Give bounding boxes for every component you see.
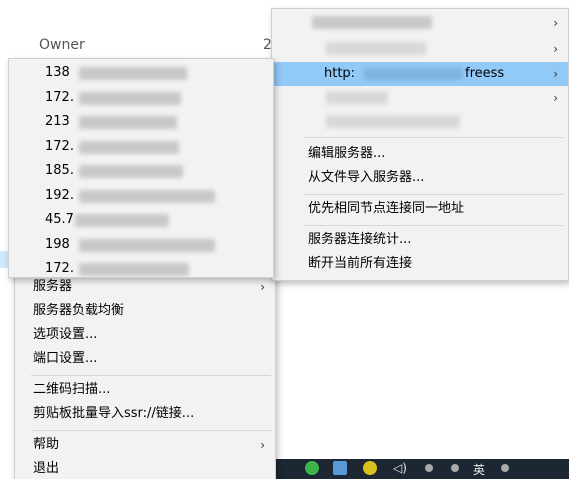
main-context-menu: 服务器 › 服务器负载均衡 选项设置... 端口设置... 二维码扫描... 剪… — [14, 258, 276, 479]
menu-item-disconnect-all[interactable]: 断开当前所有连接 — [272, 252, 568, 276]
server-submenu: › › http: freess › › 编辑服务器... 从文件导入服务器..… — [271, 8, 569, 281]
menu-item-exit[interactable]: 退出 — [15, 457, 275, 479]
menu-item-label: 选项设置... — [33, 327, 98, 342]
menu-item-edit-servers[interactable]: 编辑服务器... — [272, 142, 568, 166]
menu-item-label: 二维码扫描... — [33, 382, 111, 397]
redacted-text — [79, 238, 215, 252]
redacted-text — [79, 67, 187, 80]
redacted-text — [79, 263, 189, 276]
chevron-right-icon: › — [553, 42, 558, 56]
ime-indicator[interactable]: 英 — [473, 461, 485, 478]
chevron-right-icon: › — [553, 67, 558, 81]
server-ip-label: 172. — [45, 138, 74, 154]
menu-item-qr-scan[interactable]: 二维码扫描... — [15, 378, 275, 402]
menu-item-label: 断开当前所有连接 — [308, 256, 413, 271]
redacted-text — [79, 116, 177, 129]
server-group-item[interactable]: › — [272, 11, 568, 35]
server-ip-item[interactable]: 45.7 — [9, 208, 273, 233]
menu-item-connection-stats[interactable]: 服务器连接统计... — [272, 228, 568, 252]
menu-item-same-node[interactable]: 优先相同节点连接同一地址 — [272, 197, 568, 221]
wechat-icon[interactable] — [305, 461, 319, 475]
server-ip-label: 45.7 — [45, 212, 74, 227]
server-group-item[interactable] — [272, 110, 568, 134]
server-ip-label: 172. — [45, 89, 74, 105]
server-ip-item[interactable]: 138 — [9, 61, 273, 86]
network-icon[interactable] — [425, 464, 433, 472]
menu-separator — [31, 375, 271, 376]
redacted-text — [79, 165, 183, 178]
redacted-text — [326, 42, 426, 55]
menu-item-label: 退出 — [33, 461, 60, 476]
server-group-item-selected[interactable]: http: freess › — [272, 62, 568, 86]
menu-item-label: 从文件导入服务器... — [308, 170, 425, 185]
menu-item-import-from-file[interactable]: 从文件导入服务器... — [272, 166, 568, 190]
server-group-item[interactable]: › — [272, 86, 568, 110]
menu-separator — [31, 430, 271, 431]
volume-icon[interactable]: ◁) — [393, 461, 407, 475]
menu-item-port-settings[interactable]: 端口设置... — [15, 347, 275, 371]
server-ip-item[interactable]: 213 — [9, 110, 273, 135]
server-group-suffix: freess — [465, 66, 505, 81]
chevron-right-icon: › — [260, 438, 265, 452]
server-ip-item[interactable]: 192. — [9, 184, 273, 209]
menu-item-help[interactable]: 帮助 › — [15, 433, 275, 457]
chevron-right-icon: › — [553, 91, 558, 105]
redacted-text — [75, 214, 169, 227]
server-ip-submenu: 138 172. 213 172. 185. 192. 45.7 198 172… — [8, 58, 274, 278]
menu-item-label: 编辑服务器... — [308, 146, 386, 161]
server-ip-item[interactable]: 198 — [9, 233, 273, 258]
menu-item-label: 服务器负载均衡 — [33, 303, 125, 318]
server-group-item[interactable]: › — [272, 37, 568, 61]
menu-item-label: 优先相同节点连接同一地址 — [308, 201, 465, 216]
server-ip-item[interactable]: 172. — [9, 257, 273, 282]
app-tray-icon[interactable] — [333, 461, 347, 475]
menu-item-label: 剪贴板批量导入ssr://链接... — [33, 406, 195, 421]
redacted-text — [79, 140, 179, 154]
server-ip-item[interactable]: 172. — [9, 86, 273, 111]
owner-column-header: Owner — [39, 37, 85, 53]
redacted-text — [326, 91, 388, 104]
menu-item-clipboard-import[interactable]: 剪贴板批量导入ssr://链接... — [15, 402, 275, 426]
menu-separator — [304, 194, 564, 195]
menu-separator — [304, 225, 564, 226]
server-ip-label: 172. — [45, 261, 74, 276]
server-ip-item[interactable]: 185. — [9, 159, 273, 184]
tray-dot-icon[interactable] — [451, 464, 459, 472]
redacted-text — [79, 91, 181, 105]
redacted-text — [312, 16, 432, 29]
tray-icon-2[interactable] — [501, 464, 509, 472]
taskbar: ◁) 英 — [275, 459, 569, 479]
server-ip-label: 138 — [45, 65, 70, 80]
status-tray-icon[interactable] — [363, 461, 377, 475]
menu-item-label: 端口设置... — [33, 351, 98, 366]
server-ip-label: 185. — [45, 163, 74, 178]
server-ip-label: 198 — [45, 236, 70, 252]
server-ip-label: 213 — [45, 114, 70, 129]
selection-strip — [0, 251, 8, 268]
redacted-text — [79, 189, 215, 203]
menu-item-options[interactable]: 选项设置... — [15, 323, 275, 347]
menu-item-label: 帮助 — [33, 437, 60, 452]
server-ip-label: 192. — [45, 187, 74, 203]
server-ip-item[interactable]: 172. — [9, 135, 273, 160]
menu-item-load-balance[interactable]: 服务器负载均衡 — [15, 299, 275, 323]
redacted-text — [364, 68, 462, 80]
menu-item-label: 服务器连接统计... — [308, 232, 412, 247]
menu-separator — [304, 137, 564, 138]
chevron-right-icon: › — [553, 16, 558, 30]
server-group-prefix: http: — [324, 66, 356, 81]
redacted-text — [326, 115, 460, 128]
